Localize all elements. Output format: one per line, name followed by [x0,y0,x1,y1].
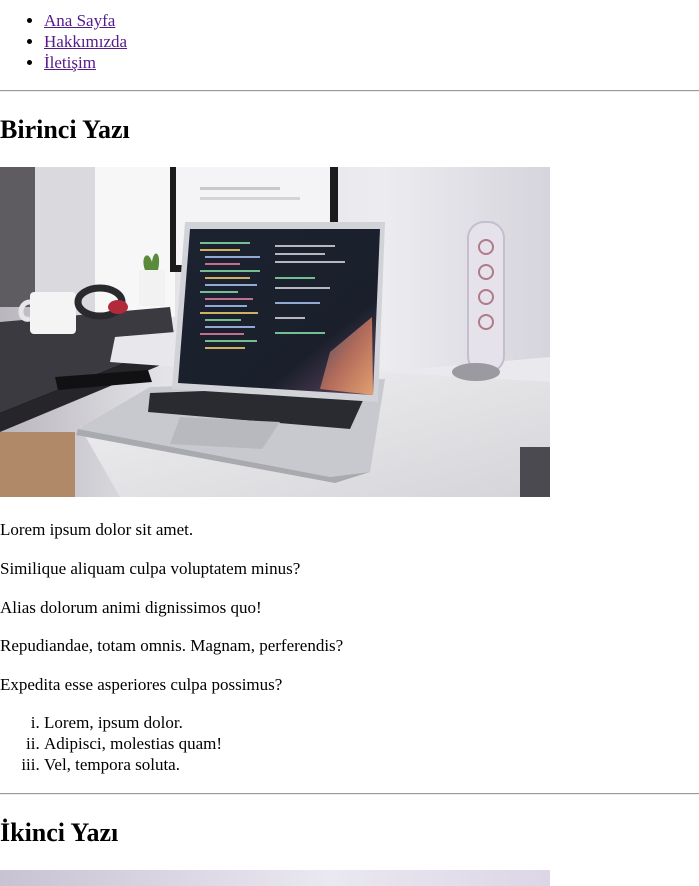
post-paragraph: Repudiandae, totam omnis. Magnam, perfer… [0,636,344,655]
nav-link-home[interactable]: Ana Sayfa [44,11,115,30]
list-item: Adipisci, molestias quam! [44,733,222,754]
main-nav: Ana Sayfa Hakkımızda İletişim [0,10,127,73]
post-image [0,870,550,886]
post-title: Birinci Yazı [0,115,130,144]
post-paragraph: Alias dolorum animi dignissimos quo! [0,598,262,617]
post-paragraph: Similique aliquam culpa voluptatem minus… [0,559,301,578]
post-paragraph: Expedita esse asperiores culpa possimus? [0,675,283,694]
post-image-laptop [0,167,550,497]
post-paragraph: Lorem ipsum dolor sit amet. [0,520,194,539]
nav-item-contact: İletişim [44,52,127,73]
divider [0,793,699,795]
nav-item-about: Hakkımızda [44,31,127,52]
post-list: Lorem, ipsum dolor. Adipisci, molestias … [0,712,222,775]
nav-item-home: Ana Sayfa [44,10,127,31]
nav-link-contact[interactable]: İletişim [44,53,96,72]
list-item: Vel, tempora soluta. [44,754,222,775]
divider [0,90,699,92]
nav-link-about[interactable]: Hakkımızda [44,32,127,51]
list-item: Lorem, ipsum dolor. [44,712,222,733]
post-title: İkinci Yazı [0,818,119,847]
